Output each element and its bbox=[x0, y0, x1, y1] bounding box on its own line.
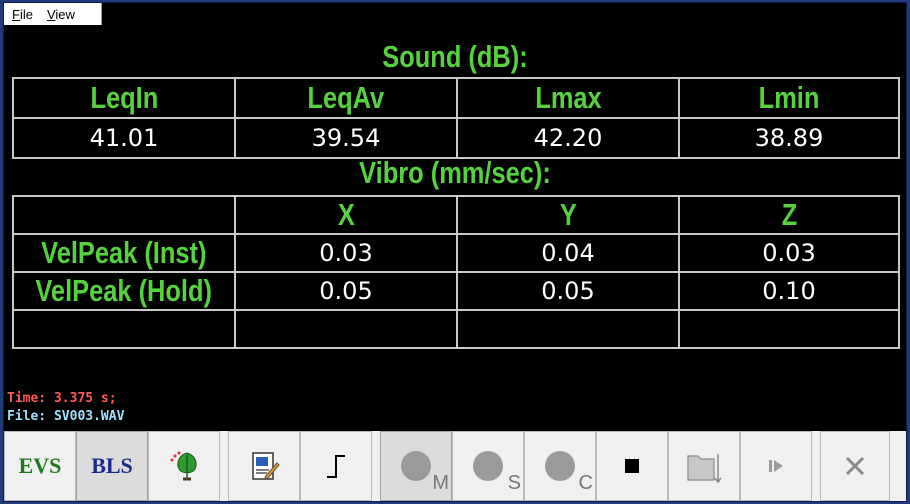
record-m-icon: M bbox=[401, 451, 449, 494]
record-s-label: S bbox=[507, 472, 521, 494]
vibro-hold-z: 0.10 bbox=[678, 271, 900, 311]
sound-header-leqav: LeqAv bbox=[234, 77, 458, 119]
toolbar-separator bbox=[812, 431, 820, 501]
report-icon bbox=[252, 452, 280, 480]
menu-bar: File View bbox=[4, 3, 102, 25]
folder-export-icon bbox=[687, 454, 722, 484]
time-status: Time: 3.375 s; bbox=[7, 391, 117, 406]
vibro-empty-cell bbox=[234, 309, 458, 349]
vibro-title: Vibro (mm/sec): bbox=[359, 155, 551, 190]
record-c-icon: C bbox=[545, 451, 593, 494]
sound-header-leqin: LeqIn bbox=[12, 77, 236, 119]
vibro-row-label-inst: VelPeak (Inst) bbox=[12, 233, 236, 273]
vibro-table: X Y Z VelPeak (Inst) 0.03 0.04 0.03 VelP… bbox=[12, 195, 900, 349]
bls-button[interactable]: BLS bbox=[76, 431, 148, 501]
file-status: File: SV003.WAV bbox=[7, 409, 125, 424]
stop-icon bbox=[625, 459, 639, 473]
play-step-icon bbox=[769, 460, 783, 472]
vibro-hold-y: 0.05 bbox=[456, 271, 680, 311]
step-button[interactable] bbox=[300, 431, 372, 501]
menu-view[interactable]: View bbox=[47, 7, 75, 22]
sound-value-lmax: 42.20 bbox=[456, 117, 680, 159]
vibro-header-x: X bbox=[234, 195, 458, 235]
sound-table: LeqIn LeqAv Lmax Lmin 41.01 39.54 42.20 … bbox=[12, 77, 900, 159]
record-m-button[interactable]: M bbox=[380, 431, 452, 501]
play-step-button[interactable] bbox=[740, 431, 812, 501]
vibro-inst-z: 0.03 bbox=[678, 233, 900, 273]
vibro-inst-y: 0.04 bbox=[456, 233, 680, 273]
record-m-label: M bbox=[432, 472, 449, 494]
app-window: File View Sound (dB): LeqIn LeqAv Lmax L… bbox=[3, 2, 907, 502]
tree-icon bbox=[170, 451, 197, 481]
record-c-button[interactable]: C bbox=[524, 431, 596, 501]
vibro-empty-cell bbox=[456, 309, 680, 349]
folder-export-button[interactable] bbox=[668, 431, 740, 501]
report-button[interactable] bbox=[228, 431, 300, 501]
tree-button[interactable] bbox=[148, 431, 220, 501]
bls-label: BLS bbox=[91, 453, 133, 478]
toolbar: EVS BLS M S C bbox=[4, 431, 906, 501]
sound-header-lmax: Lmax bbox=[456, 77, 680, 119]
vibro-empty-cell bbox=[12, 309, 236, 349]
vibro-row-label-hold: VelPeak (Hold) bbox=[12, 271, 236, 311]
vibro-corner-cell bbox=[12, 195, 236, 235]
vibro-empty-cell bbox=[678, 309, 900, 349]
close-button[interactable] bbox=[820, 431, 890, 501]
step-icon bbox=[327, 455, 345, 478]
sound-header-lmin: Lmin bbox=[678, 77, 900, 119]
record-c-label: C bbox=[578, 472, 593, 494]
vibro-hold-x: 0.05 bbox=[234, 271, 458, 311]
record-s-button[interactable]: S bbox=[452, 431, 524, 501]
toolbar-separator bbox=[220, 431, 228, 501]
toolbar-separator bbox=[372, 431, 380, 501]
close-icon bbox=[845, 456, 865, 476]
vibro-header-z: Z bbox=[678, 195, 900, 235]
vibro-inst-x: 0.03 bbox=[234, 233, 458, 273]
evs-label: EVS bbox=[18, 453, 62, 478]
sound-title: Sound (dB): bbox=[382, 39, 528, 74]
stop-button[interactable] bbox=[596, 431, 668, 501]
sound-value-lmin: 38.89 bbox=[678, 117, 900, 159]
menu-file[interactable]: File bbox=[12, 7, 33, 22]
vibro-header-y: Y bbox=[456, 195, 680, 235]
sound-value-leqav: 39.54 bbox=[234, 117, 458, 159]
sound-value-leqin: 41.01 bbox=[12, 117, 236, 159]
record-s-icon: S bbox=[473, 451, 521, 494]
evs-button[interactable]: EVS bbox=[4, 431, 76, 501]
